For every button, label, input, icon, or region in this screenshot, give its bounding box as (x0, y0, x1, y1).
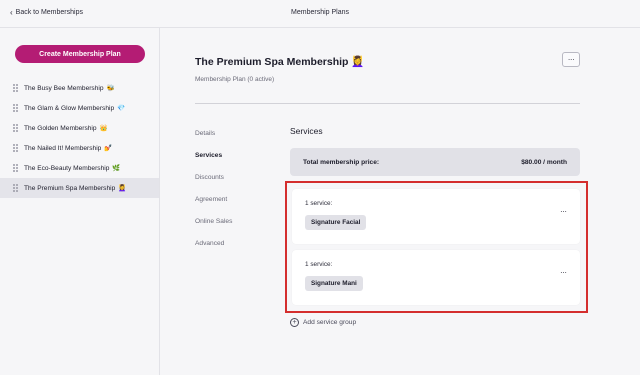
drag-handle-icon[interactable] (13, 123, 18, 133)
top-bar: ‹ Back to Memberships Membership Plans (0, 0, 640, 28)
service-group-more-button[interactable]: ··· (560, 268, 567, 277)
add-service-group-button[interactable]: + Add service group (290, 318, 356, 327)
service-chip-signature-facial[interactable]: Signature Facial (305, 215, 367, 230)
crown-icon: 👑 (99, 125, 108, 132)
tab-services[interactable]: Services (195, 152, 275, 174)
sidebar-item-label: The Busy Bee Membership (24, 84, 104, 92)
drag-handle-icon[interactable] (13, 143, 18, 153)
sidebar-item-label: The Nailed It! Membership (24, 144, 102, 152)
tab-online-sales[interactable]: Online Sales (195, 218, 275, 240)
plan-subtitle: Membership Plan (0 active) (195, 76, 275, 83)
leaf-icon: 🌿 (112, 165, 121, 172)
tab-discounts[interactable]: Discounts (195, 174, 275, 196)
tab-advanced[interactable]: Advanced (195, 240, 275, 262)
sidebar-item-glam-glow[interactable]: The Glam & Glow Membership 💎 (0, 98, 159, 118)
service-group-more-button[interactable]: ··· (560, 207, 567, 216)
service-chip-signature-mani[interactable]: Signature Mani (305, 276, 363, 291)
drag-handle-icon[interactable] (13, 103, 18, 113)
services-section-title: Services (290, 126, 323, 136)
divider (195, 103, 580, 104)
sidebar-item-label: The Glam & Glow Membership (24, 104, 115, 112)
page-title: Membership Plans (291, 9, 349, 16)
sidebar-item-label: The Golden Membership (24, 124, 97, 132)
plan-title-text: The Premium Spa Membership (195, 56, 349, 68)
nail-polish-icon: 💅 (104, 145, 113, 152)
sidebar-item-label: The Premium Spa Membership (24, 184, 116, 192)
service-groups-highlight: 1 service: Signature Facial ··· 1 servic… (285, 181, 588, 313)
service-count-label: 1 service: (305, 200, 333, 207)
plan-tabs: Details Services Discounts Agreement Onl… (195, 130, 275, 262)
tab-details[interactable]: Details (195, 130, 275, 152)
bee-icon: 🐝 (106, 85, 115, 92)
plus-circle-icon: + (290, 318, 299, 327)
drag-handle-icon[interactable] (13, 183, 18, 193)
sidebar-item-premium-spa[interactable]: The Premium Spa Membership 💆‍♀️ (0, 178, 159, 198)
gem-icon: 💎 (117, 105, 126, 112)
drag-handle-icon[interactable] (13, 163, 18, 173)
spa-person-icon: 💆‍♀️ (351, 56, 365, 68)
total-price-bar: Total membership price: $80.00 / month (290, 148, 580, 176)
plan-more-options-button[interactable]: ··· (562, 52, 580, 67)
service-group-card: 1 service: Signature Facial ··· (292, 189, 580, 244)
total-price-value: $80.00 / month (521, 158, 567, 166)
tab-agreement[interactable]: Agreement (195, 196, 275, 218)
sidebar-item-busy-bee[interactable]: The Busy Bee Membership 🐝 (0, 78, 159, 98)
service-group-card: 1 service: Signature Mani ··· (292, 250, 580, 305)
create-membership-plan-button[interactable]: Create Membership Plan (15, 45, 145, 63)
spa-person-icon: 💆‍♀️ (118, 185, 127, 192)
total-price-label: Total membership price: (303, 158, 380, 166)
plan-list: The Busy Bee Membership 🐝 The Glam & Glo… (0, 78, 159, 198)
plan-title: The Premium Spa Membership 💆‍♀️ (195, 55, 364, 68)
add-service-group-label: Add service group (303, 319, 357, 326)
main-content: The Premium Spa Membership 💆‍♀️ Membersh… (160, 28, 640, 375)
sidebar-item-label: The Eco-Beauty Membership (24, 164, 110, 172)
sidebar-item-eco-beauty[interactable]: The Eco-Beauty Membership 🌿 (0, 158, 159, 178)
sidebar-item-golden[interactable]: The Golden Membership 👑 (0, 118, 159, 138)
service-count-label: 1 service: (305, 261, 333, 268)
sidebar: Create Membership Plan The Busy Bee Memb… (0, 28, 160, 375)
drag-handle-icon[interactable] (13, 83, 18, 93)
sidebar-item-nailed-it[interactable]: The Nailed It! Membership 💅 (0, 138, 159, 158)
